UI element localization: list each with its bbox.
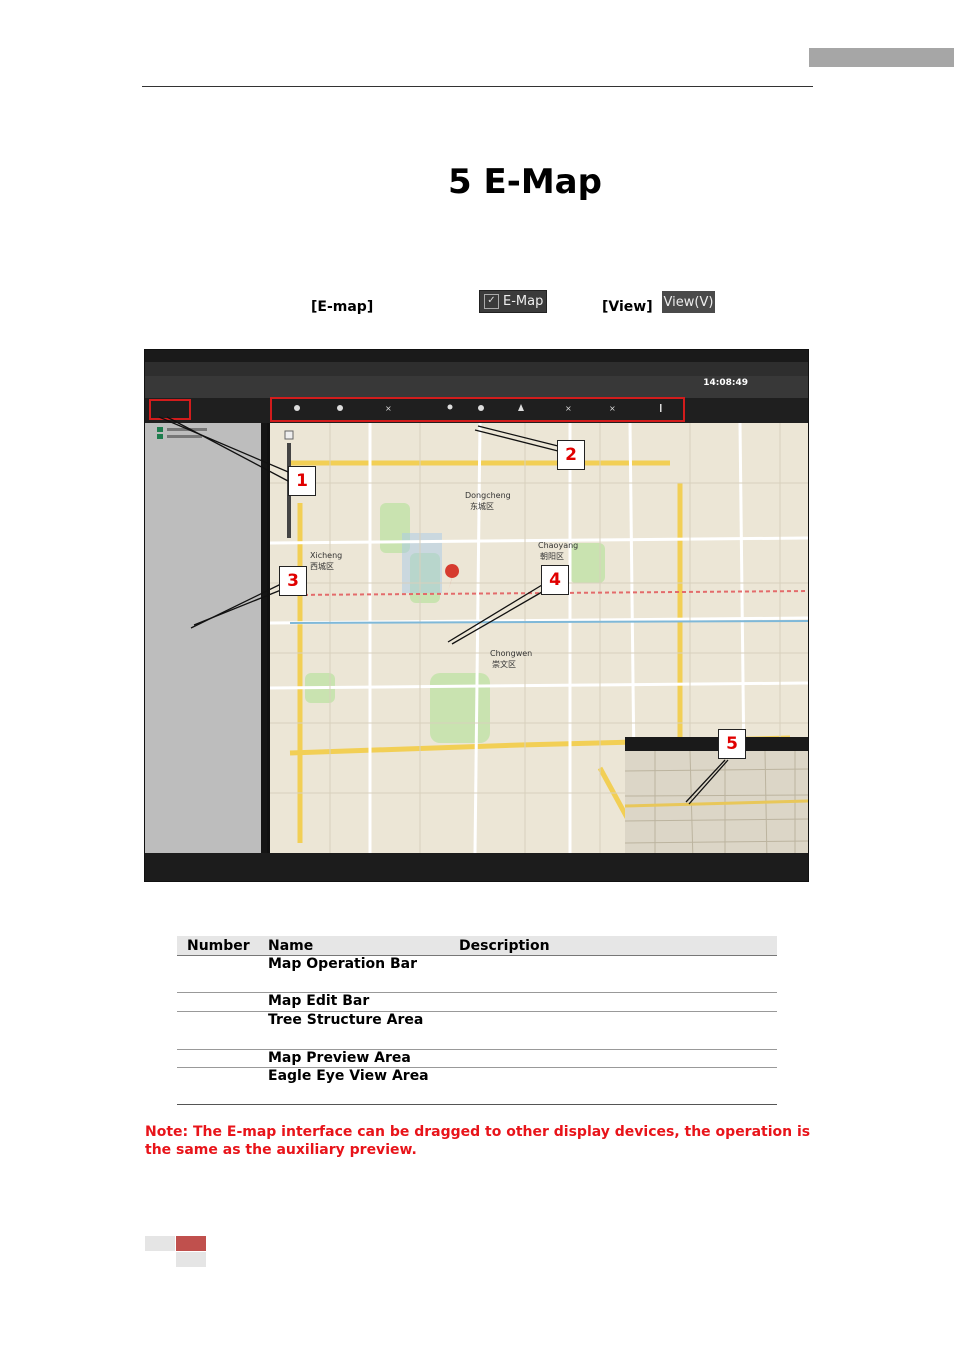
row-number [177, 1011, 258, 1050]
row-description [449, 955, 777, 993]
callout-5: 5 [718, 729, 746, 759]
component-table: Number Name Description Map Operation Ba… [177, 936, 777, 1105]
note-line: the same as the auxiliary preview. [145, 1142, 417, 1158]
callout-4: 4 [541, 565, 569, 595]
row-name: Map Edit Bar [258, 992, 449, 1012]
table-row: Tree Structure Area [177, 1011, 777, 1050]
note-line: Note: The E-map interface can be dragged… [145, 1124, 811, 1140]
note: Note: The E-map interface can be dragged… [145, 1123, 813, 1159]
emap-button-text: E-Map [503, 294, 544, 309]
callout-2: 2 [557, 440, 585, 470]
row-number [177, 1067, 258, 1105]
table-row: Map Edit Bar [177, 992, 777, 1012]
header-rule [142, 86, 813, 87]
callout-leaders [158, 416, 729, 805]
view-button-text: View(V) [663, 294, 714, 310]
row-name: Map Preview Area [258, 1049, 449, 1068]
row-description [449, 992, 777, 1012]
emap-screenshot: 14:08:49 × × × Dongcheng 东城区 Chaoyang 朝阳… [144, 349, 809, 882]
footer-block [145, 1236, 175, 1251]
header-description: Description [449, 936, 777, 956]
row-name: Eagle Eye View Area [258, 1067, 449, 1105]
row-description [449, 1067, 777, 1105]
view-button-image: View(V) [662, 291, 715, 313]
row-name: Tree Structure Area [258, 1011, 449, 1050]
emap-label: [E-map] [311, 299, 374, 315]
row-number [177, 1049, 258, 1068]
callout-3: 3 [279, 566, 307, 596]
checkbox-icon: ✓ [484, 294, 499, 309]
table-row: Eagle Eye View Area [177, 1067, 777, 1105]
emap-button-image: ✓ E-Map [479, 290, 547, 313]
header-tab [809, 48, 954, 67]
chapter-title: 5 E-Map [448, 162, 602, 202]
row-description [449, 1011, 777, 1050]
footer-accent-block [176, 1236, 206, 1251]
table-row: Map Preview Area [177, 1049, 777, 1068]
callout-1: 1 [288, 466, 316, 496]
row-number [177, 955, 258, 993]
view-label: [View] [602, 299, 653, 315]
header-name: Name [258, 936, 449, 956]
row-description [449, 1049, 777, 1068]
header-number: Number [177, 936, 258, 956]
table-row: Map Operation Bar [177, 955, 777, 993]
row-name: Map Operation Bar [258, 955, 449, 993]
row-number [177, 992, 258, 1012]
footer-block [176, 1252, 206, 1267]
table-header-row: Number Name Description [177, 936, 777, 956]
